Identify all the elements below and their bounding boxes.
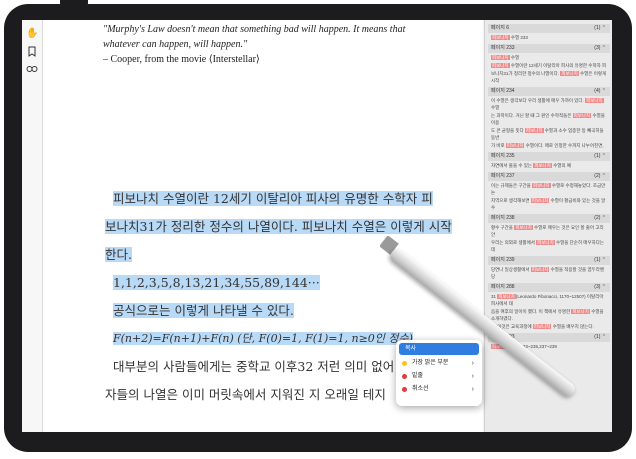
annotation-item[interactable]: 피보나치 수열 233 — [491, 34, 607, 41]
context-menu-item[interactable]: 가장 밝은 부분 › — [396, 357, 482, 370]
quote-line: whatever can happen, will happen." — [103, 39, 248, 50]
selected-text[interactable]: F(n+2)=F(n+1)+F(n) (단, F(0)=1, F(1)=1, n… — [113, 332, 413, 345]
annotation-count: (2) ⌃ — [594, 215, 606, 221]
annotation-page-header[interactable]: 페이지 234 (4) ⌃ — [488, 87, 610, 96]
glasses-icon[interactable] — [26, 64, 38, 76]
annotation-page-header[interactable]: 페이지 235 (1) ⌃ — [488, 152, 610, 161]
chevron-right-icon: › — [471, 386, 474, 393]
selected-text[interactable]: 보나치31가 정리한 정수의 나열이다. 피보나치 수열은 이렇게 시작 — [105, 219, 452, 234]
annotation-item[interactable]: 황수 구간을 피보나치 수열로 매우는 것은 요인 할 줄어 고리 안 — [491, 224, 607, 238]
annotation-count: (1) ⌃ — [594, 257, 606, 263]
color-dot-icon — [402, 387, 407, 392]
body-line[interactable]: 보나치31가 정리한 정수의 나열이다. 피보나치 수열은 이렇게 시작 — [105, 218, 452, 236]
selected-text[interactable]: 피보나치 수열이란 12세기 이탈리아 피사의 유명한 수학자 피 — [113, 191, 433, 206]
annotation-page-label: 페이지 288 — [491, 284, 515, 290]
context-menu-item[interactable]: 복사 — [399, 343, 479, 355]
annotation-page-header[interactable]: 페이지 288 (3) ⌃ — [488, 283, 610, 292]
annotation-page-label: 페이지 239 — [491, 257, 515, 263]
annotation-item[interactable]: 보나치31가 정리한 정수의 나열이다. 피보나치 수열은 이렇게 시작 — [491, 70, 607, 84]
sequence-line[interactable]: 1,1,2,3,5,8,13,21,34,55,89,144··· — [113, 274, 320, 292]
body-line[interactable]: 한다. — [105, 246, 132, 264]
selected-text[interactable]: 공식으로는 이렇게 나타낼 수 있다. — [113, 303, 294, 318]
context-menu-label: 밑줄 — [412, 373, 424, 379]
annotation-item[interactable]: 자연에서 볼을 수 있는 피보나치 수열의 예 — [491, 162, 607, 169]
annotation-item[interactable]: 지역으로 생각해보면 피보나치 수열이 황금비와 있는 것을 알 수 — [491, 197, 607, 211]
annotation-count: (3) ⌃ — [594, 284, 606, 290]
bookmark-icon[interactable] — [26, 46, 38, 58]
body-line[interactable]: 공식으로는 이렇게 나타낼 수 있다. — [113, 302, 294, 320]
annotation-item[interactable]: 당연나 일상생활에서 피보나치 수열을 적용할 것을 염두라벤 당 — [491, 266, 607, 280]
annotation-page-header[interactable]: 페이지 237 (2) ⌃ — [488, 172, 610, 181]
annotation-count: (2) ⌃ — [594, 173, 606, 179]
annotation-item[interactable]: 음을 여후의 일이이 했다. 이 책에서 유명한 피보나치 수열을 소개하였다. — [491, 308, 607, 322]
annotation-item[interactable]: 가 바로 피보나치 수열이다. 매로 인정한 수까지 나누어진면, — [491, 142, 607, 149]
annotation-page-header[interactable]: 페이지 6 (1) ⌃ — [488, 24, 610, 33]
quote-attribution: – Cooper, from the movie ⟨Interstellar⟩ — [103, 54, 260, 65]
quote-line: "Murphy's Law doesn't mean that somethin… — [103, 24, 406, 35]
annotation-item[interactable]: 우리는 의외로 생활에서 피보나치 수열을 단순히 매우하다는데 — [491, 239, 607, 253]
context-menu: 복사가장 밝은 부분 › 밑줄 › 취소선 › — [396, 340, 482, 406]
annotation-item[interactable]: 피보나치 수열이란 12세기 이탈리아 피사의 유명한 수학자 피 — [491, 62, 607, 69]
context-menu-item[interactable]: 밑줄 › — [396, 370, 482, 383]
annotation-page-label: 페이지 238 — [491, 215, 515, 221]
body-line: 대부분의 사람들에게는 중학교 이후32 저런 의미 없어 — [113, 359, 395, 374]
context-menu-item[interactable]: 취소선 › — [396, 383, 482, 396]
annotation-page-label: 페이지 235 — [491, 153, 515, 159]
hand-icon[interactable]: ✋ — [26, 28, 38, 40]
annotation-page-label: 페이지 6 — [491, 25, 509, 31]
annotation-count: (1) ⌃ — [594, 153, 606, 159]
annotation-item[interactable]: 는 과학이다. 거닌 할 때 그 원인 수학적들은 피보나치 수열을 이용 — [491, 112, 607, 126]
annotation-page-header[interactable]: 페이지 233 (3) ⌃ — [488, 44, 610, 53]
annotation-item[interactable]: 이는 규제들은 구간을 피보나치 수열로 수정해놓았다. 조금만 논 — [491, 182, 607, 196]
color-dot-icon — [402, 374, 407, 379]
annotation-count: (3) ⌃ — [594, 45, 606, 51]
annotation-item[interactable]: 31 피보나치(Leonardo Fibonacci, 1170~1250?) … — [491, 293, 607, 307]
annotation-item[interactable]: 이 수열은 생각보다 우리 생활에 매우 가까이 있다. 피보나치 수열 — [491, 97, 607, 111]
context-menu-label: 취소선 — [412, 386, 429, 392]
body-line: 자들의 나열은 이미 머릿속에서 지워진 지 오래일 테지 — [105, 387, 386, 402]
color-dot-icon — [402, 361, 407, 366]
annotation-count: (1) ⌃ — [594, 334, 606, 340]
annotation-item[interactable]: 도 큰 균형을 뜻다 피보나치 수열과 소수 업종한 등 빼곡히들 동반 — [491, 127, 607, 141]
annotation-item[interactable]: 피보나치 수열 — [491, 54, 607, 61]
annotation-page-header[interactable]: 페이지 238 (2) ⌃ — [488, 214, 610, 223]
context-menu-label: 복사 — [405, 346, 417, 352]
selected-text[interactable]: 1,1,2,3,5,8,13,21,34,55,89,144··· — [113, 275, 320, 290]
annotation-count: (1) ⌃ — [594, 25, 606, 31]
annotation-page-label: 페이지 234 — [491, 88, 515, 94]
chevron-right-icon: › — [471, 360, 474, 367]
annotation-page-header[interactable]: 페이지 239 (1) ⌃ — [488, 256, 610, 265]
selected-text[interactable]: 한다. — [105, 247, 132, 262]
body-line[interactable]: 피보나치 수열이란 12세기 이탈리아 피사의 유명한 수학자 피 — [113, 190, 433, 208]
tool-rail: ✋ — [22, 20, 43, 432]
formula-line[interactable]: F(n+2)=F(n+1)+F(n) (단, F(0)=1, F(1)=1, n… — [113, 330, 413, 348]
context-menu-label: 가장 밝은 부분 — [412, 360, 449, 366]
annotation-page-label: 페이지 237 — [491, 173, 515, 179]
annotation-page-label: 페이지 233 — [491, 45, 515, 51]
tablet-top-button — [60, 0, 88, 6]
annotation-count: (4) ⌃ — [594, 88, 606, 94]
screen: ✋ "Murphy's Law doesn't mean that someth… — [22, 20, 612, 432]
annotation-item[interactable]: 32 이것은 교육과정에 피보나치 수열을 배우지 않는다. — [491, 323, 607, 330]
chevron-right-icon: › — [471, 373, 474, 380]
